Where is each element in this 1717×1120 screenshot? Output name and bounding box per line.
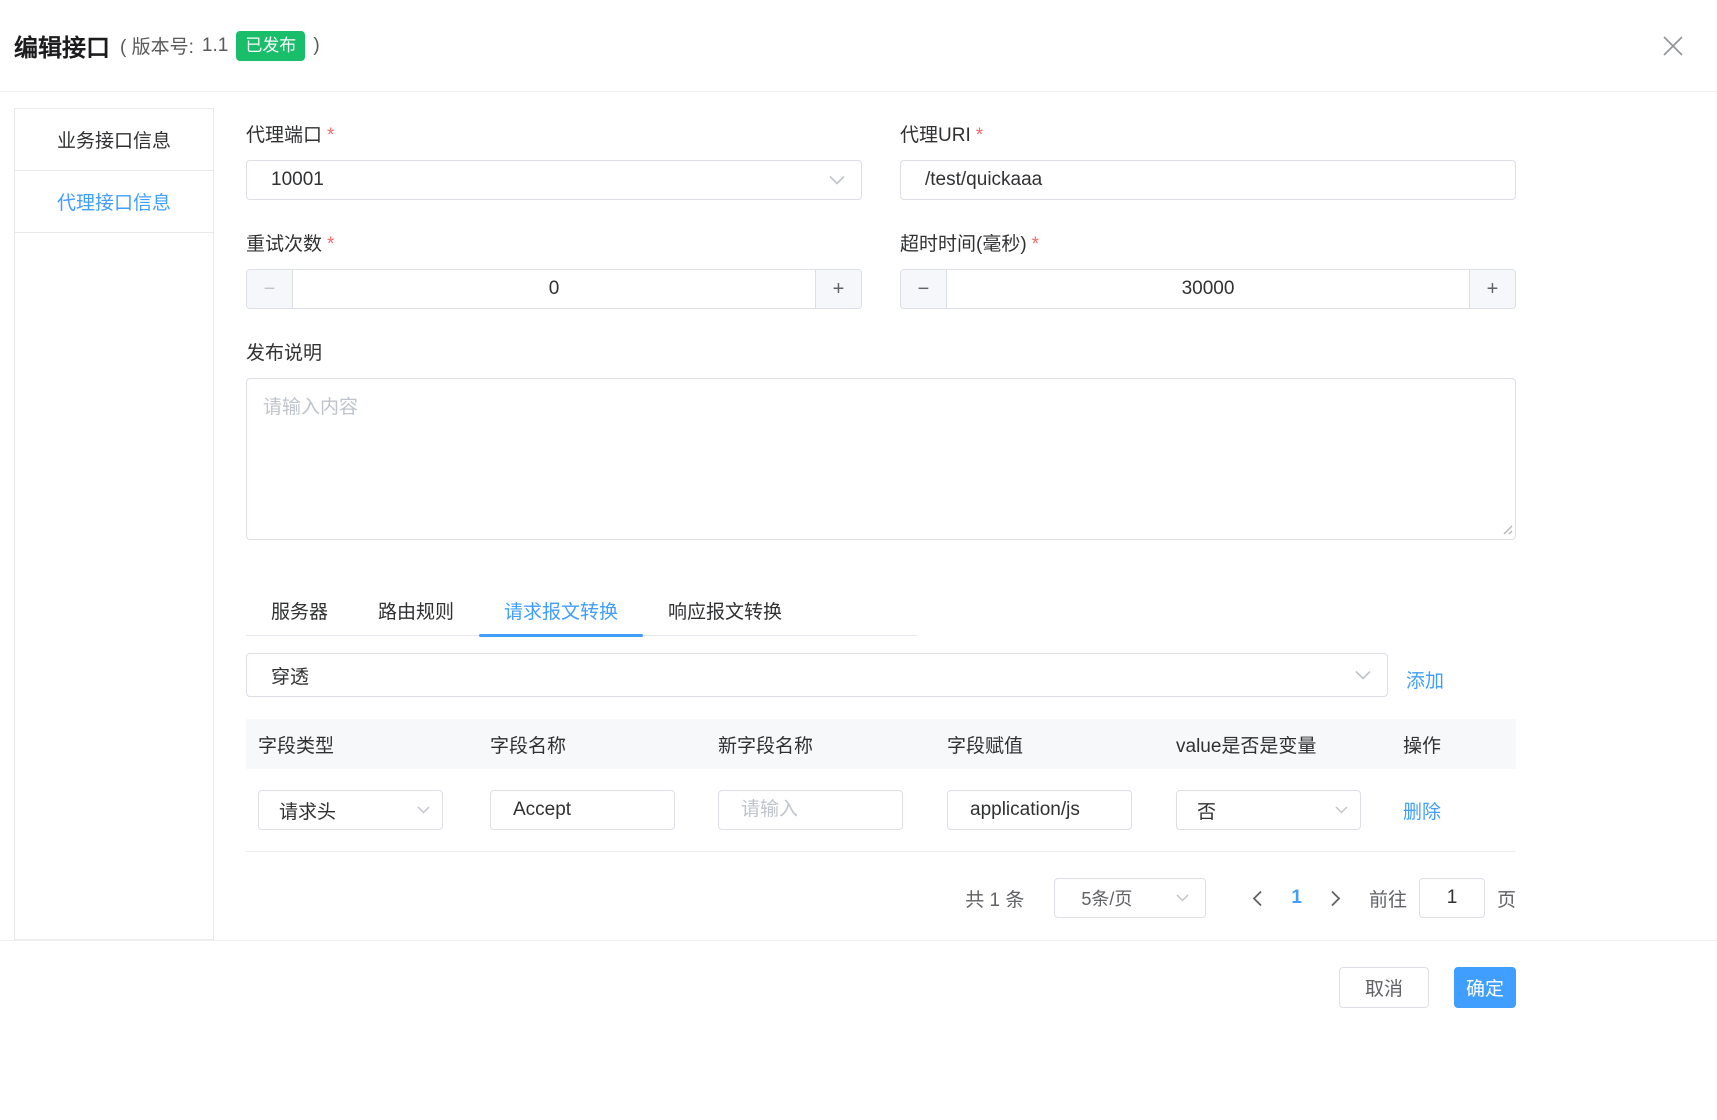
dialog-header: 编辑接口 ( 版本号: 1.1 已发布 )	[0, 0, 1717, 92]
table-header-row: 字段类型 字段名称 新字段名称 字段赋值 value是否是变量 操作	[246, 719, 1516, 769]
new-field-name-field	[718, 790, 903, 830]
field-name-field	[490, 790, 675, 830]
retry-count-value[interactable]: 0	[549, 278, 560, 300]
required-asterisk: *	[327, 125, 334, 146]
transform-mode-select[interactable]: 穿透	[246, 653, 1388, 697]
field-value-field	[947, 790, 1132, 830]
field-retry-count: 重试次数* − 0 +	[246, 229, 862, 309]
chevron-down-icon	[1335, 806, 1348, 814]
proxy-uri-label: 代理URI*	[900, 120, 1516, 147]
plus-icon[interactable]: +	[1469, 270, 1515, 308]
version-close-paren: )	[313, 35, 319, 57]
transform-table: 字段类型 字段名称 新字段名称 字段赋值 value是否是变量 操作 请求头	[246, 719, 1516, 852]
chevron-down-icon	[1355, 671, 1371, 680]
proxy-uri-input[interactable]	[901, 161, 1515, 199]
timeout-label: 超时时间(毫秒)*	[900, 229, 1516, 256]
is-variable-value: 否	[1177, 797, 1360, 824]
proxy-port-value: 10001	[247, 169, 861, 191]
new-field-name-input[interactable]	[719, 791, 902, 829]
column-header-field-name: 字段名称	[478, 731, 706, 758]
field-name-input[interactable]	[491, 791, 674, 829]
dialog-footer: 取消 确定	[0, 940, 1717, 1120]
dialog-body: 业务接口信息 代理接口信息 代理端口* 10001 代理URI*	[0, 92, 1717, 940]
tab-route-rules[interactable]: 路由规则	[353, 585, 479, 635]
proxy-uri-field	[900, 160, 1516, 200]
goto-label: 前往	[1369, 885, 1407, 912]
close-icon[interactable]	[1657, 30, 1689, 62]
proxy-port-label: 代理端口*	[246, 120, 862, 147]
tab-request-transform[interactable]: 请求报文转换	[479, 585, 643, 635]
field-type-value: 请求头	[259, 797, 442, 824]
publish-note-textarea[interactable]	[246, 378, 1516, 540]
column-header-is-variable: value是否是变量	[1164, 731, 1391, 758]
is-variable-select[interactable]: 否	[1176, 790, 1361, 830]
tab-server[interactable]: 服务器	[246, 585, 353, 635]
column-header-field-value: 字段赋值	[935, 731, 1164, 758]
chevron-down-icon	[417, 806, 430, 814]
cancel-button[interactable]: 取消	[1339, 967, 1429, 1008]
pagination-current-page[interactable]: 1	[1291, 887, 1302, 909]
timeout-value[interactable]: 30000	[1182, 278, 1235, 300]
required-asterisk: *	[976, 125, 983, 146]
main-form: 代理端口* 10001 代理URI*	[246, 120, 1516, 940]
sidebar-item-proxy-api-info[interactable]: 代理接口信息	[15, 171, 213, 233]
chevron-right-icon[interactable]	[1324, 890, 1347, 907]
add-button[interactable]: 添加	[1406, 666, 1444, 693]
tab-response-transform[interactable]: 响应报文转换	[643, 585, 807, 635]
status-badge: 已发布	[236, 31, 305, 61]
field-type-select[interactable]: 请求头	[258, 790, 443, 830]
goto-page-input[interactable]	[1419, 878, 1485, 918]
timeout-stepper: − 30000 +	[900, 269, 1516, 309]
confirm-button[interactable]: 确定	[1454, 967, 1516, 1008]
goto-suffix: 页	[1497, 885, 1516, 912]
version-number: 1.1	[202, 35, 228, 57]
table-row: 请求头	[246, 769, 1516, 852]
pagination: 共 1 条 5条/页 1 前往 页	[246, 878, 1516, 918]
minus-icon[interactable]: −	[901, 270, 947, 308]
publish-note-label: 发布说明	[246, 338, 1516, 365]
resize-handle-icon[interactable]	[1500, 522, 1513, 540]
retry-count-label: 重试次数*	[246, 229, 862, 256]
pagination-total: 共 1 条	[965, 885, 1024, 912]
version-label: ( 版本号:	[120, 32, 194, 59]
required-asterisk: *	[327, 234, 334, 255]
dialog-title: 编辑接口	[14, 28, 110, 63]
field-proxy-uri: 代理URI*	[900, 120, 1516, 200]
page-size-select[interactable]: 5条/页	[1054, 878, 1206, 918]
field-timeout: 超时时间(毫秒)* − 30000 +	[900, 229, 1516, 309]
transform-mode-value: 穿透	[247, 662, 1387, 689]
sidebar: 业务接口信息 代理接口信息	[14, 108, 214, 940]
retry-count-stepper: − 0 +	[246, 269, 862, 309]
tab-bar: 服务器 路由规则 请求报文转换 响应报文转换	[246, 585, 917, 636]
transform-mode-row: 穿透 添加	[246, 653, 1516, 697]
delete-button[interactable]: 删除	[1403, 802, 1441, 823]
field-proxy-port: 代理端口* 10001	[246, 120, 862, 200]
column-header-new-field-name: 新字段名称	[706, 731, 935, 758]
proxy-port-select[interactable]: 10001	[246, 160, 862, 200]
chevron-down-icon	[1176, 894, 1189, 902]
minus-icon[interactable]: −	[247, 270, 293, 308]
plus-icon[interactable]: +	[815, 270, 861, 308]
field-value-input[interactable]	[948, 791, 1131, 829]
column-header-field-type: 字段类型	[246, 731, 478, 758]
column-header-action: 操作	[1391, 731, 1516, 758]
required-asterisk: *	[1032, 234, 1039, 255]
field-publish-note: 发布说明	[246, 338, 1516, 545]
chevron-left-icon[interactable]	[1246, 890, 1269, 907]
sidebar-item-business-api-info[interactable]: 业务接口信息	[15, 109, 213, 171]
chevron-down-icon	[829, 176, 845, 185]
